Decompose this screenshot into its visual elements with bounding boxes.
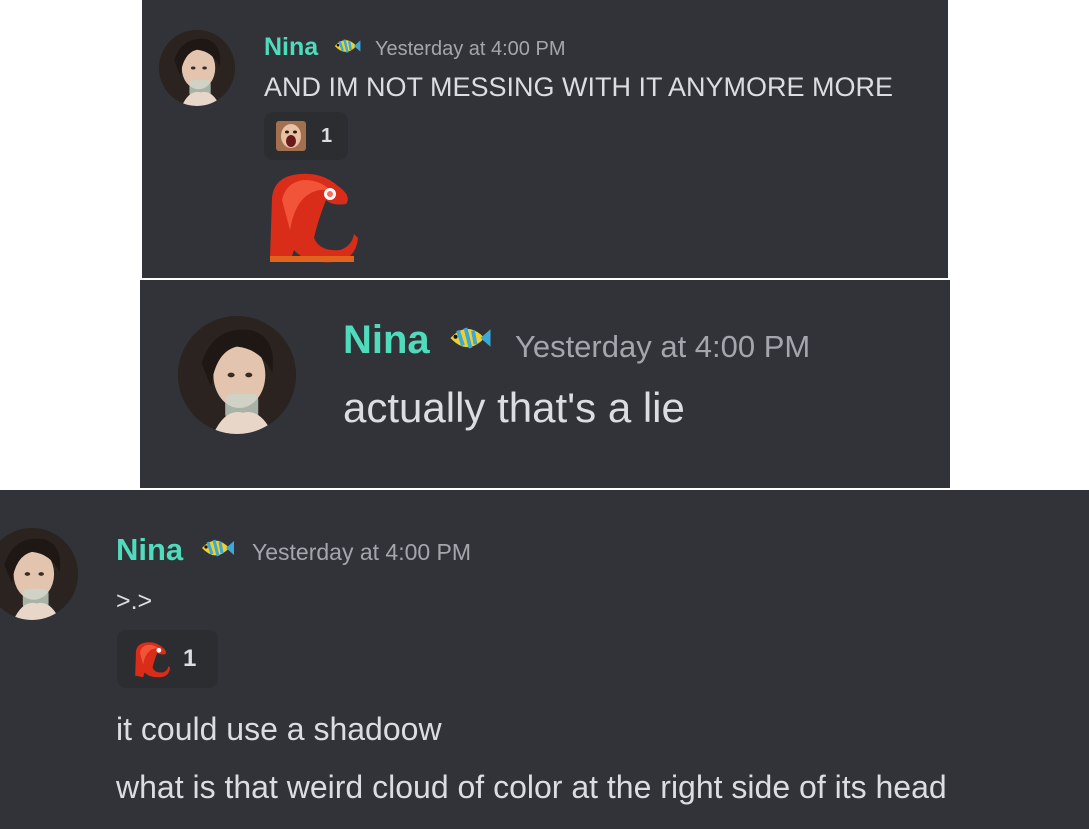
message-text: AND IM NOT MESSING WITH IT ANYMORE MORE: [264, 72, 894, 102]
red-bird-emoji-icon: [131, 640, 171, 678]
message-panel-1: Nina Yesterday at 4:00 PM AND IM NOT MES…: [142, 0, 948, 278]
reaction-button[interactable]: 1: [264, 112, 348, 160]
fish-badge-icon: [196, 532, 236, 564]
author-name[interactable]: Nina: [343, 318, 430, 363]
message-timestamp[interactable]: Yesterday at 4:00 PM: [252, 539, 471, 566]
avatar[interactable]: [178, 316, 296, 434]
screaming-face-emoji-icon: [276, 121, 306, 151]
fish-badge-icon: [443, 318, 493, 358]
message-text: >.>: [116, 587, 153, 615]
message-timestamp[interactable]: Yesterday at 4:00 PM: [375, 38, 566, 61]
avatar[interactable]: [0, 528, 78, 620]
reaction-button[interactable]: 1: [117, 630, 218, 688]
message-panel-2: Nina Yesterday at 4:00 PM actually that'…: [140, 280, 950, 488]
author-name[interactable]: Nina: [116, 532, 183, 568]
message-text: it could use a shadoow: [116, 711, 442, 747]
red-bird-sticker[interactable]: [260, 168, 360, 264]
message-text: actually that's a lie: [343, 384, 685, 431]
reaction-count: 1: [321, 124, 333, 147]
author-name[interactable]: Nina: [264, 33, 318, 62]
message-panel-3: Nina Yesterday at 4:00 PM >.> 1 it could…: [0, 490, 1089, 829]
fish-badge-icon: [330, 33, 362, 59]
reaction-count: 1: [183, 645, 197, 672]
avatar[interactable]: [159, 30, 235, 106]
message-timestamp[interactable]: Yesterday at 4:00 PM: [515, 329, 810, 365]
message-text: what is that weird cloud of color at the…: [116, 769, 947, 805]
